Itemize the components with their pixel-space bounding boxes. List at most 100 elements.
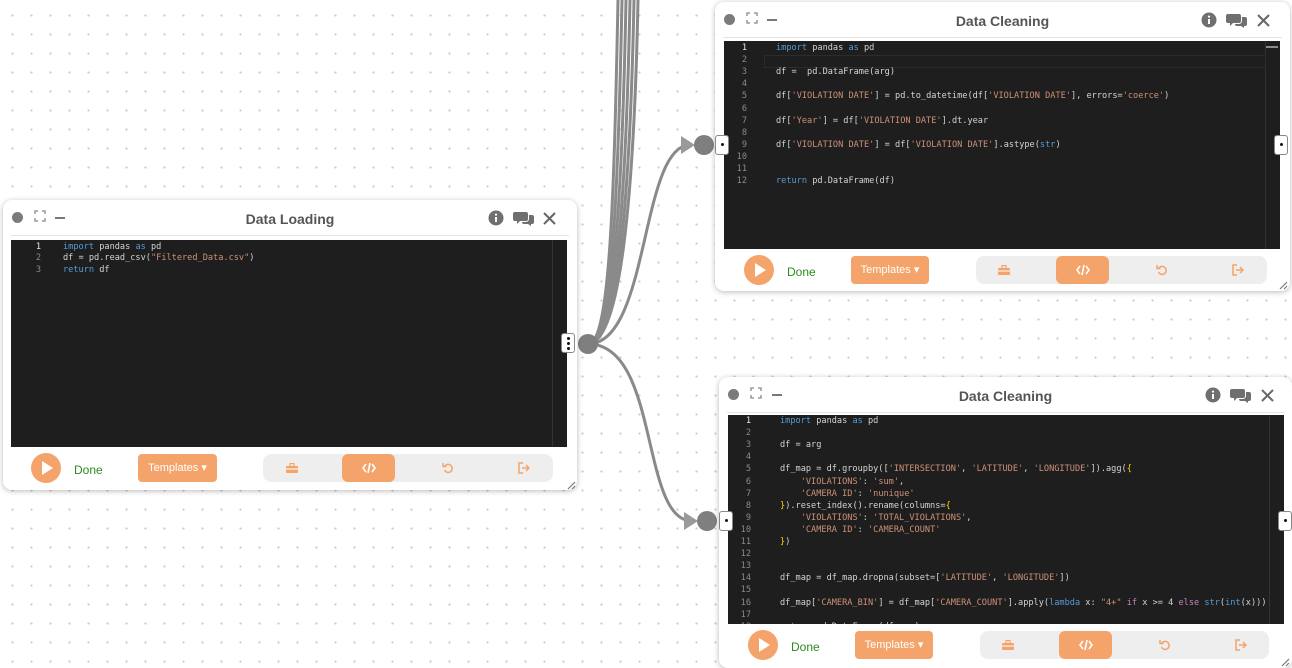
code-editor[interactable]: 1 import pandas as pd 2 3 df = pd.DataFrame(…	[724, 41, 1280, 249]
code-line: 7 'CAMERA ID': 'nunique'	[728, 489, 1284, 501]
code-text: df = pd.DataFrame(arg)	[776, 67, 895, 78]
output-handle[interactable]	[561, 333, 575, 353]
output-handle[interactable]	[1274, 135, 1288, 155]
header-divider	[11, 235, 569, 236]
code-line: 2	[724, 55, 1280, 67]
code-view-button[interactable]	[1056, 256, 1109, 284]
play-icon	[755, 263, 766, 277]
info-icon[interactable]	[1205, 387, 1221, 403]
line-number: 5	[741, 91, 747, 102]
line-number: 6	[741, 103, 747, 114]
code-line: 17	[728, 610, 1284, 622]
header-divider	[727, 412, 1284, 413]
code-view-button[interactable]	[342, 454, 395, 482]
play-icon	[759, 638, 770, 652]
code-icon	[1078, 639, 1093, 651]
node-header[interactable]: Data Cleaning	[719, 377, 1292, 413]
output-handle[interactable]	[1278, 511, 1292, 531]
code-line: 4	[728, 452, 1284, 464]
undo-button[interactable]	[1138, 631, 1192, 659]
line-number: 5	[745, 464, 751, 475]
line-number: 12	[740, 549, 751, 560]
code-text: df['VIOLATION DATE'] = df['VIOLATION DAT…	[776, 139, 1061, 150]
line-number: 13	[740, 561, 751, 572]
code-editor[interactable]: 1 import pandas as pd 2 3 df = arg 4 5 df_map =…	[728, 415, 1284, 624]
node-data-cleaning-2[interactable]: Data Cleaning 1 import pandas as pd 2 3 df =…	[719, 377, 1292, 668]
code-line: 7 df['Year'] = df['VIOLATION DATE'].dt.ye…	[724, 116, 1280, 128]
edge-to-cleaning-2	[587, 342, 693, 523]
templates-button[interactable]: Templates ▾	[138, 454, 217, 482]
code-line: 3 df = arg	[728, 440, 1284, 452]
toolbox-button[interactable]	[263, 454, 321, 482]
close-icon[interactable]	[543, 212, 556, 225]
target-port-2	[697, 511, 717, 531]
export-icon	[1234, 639, 1247, 651]
code-line: 11	[724, 164, 1280, 176]
code-line: 14 df_map = df_map.dropna(subset=['LATITU…	[728, 573, 1284, 585]
tool-group	[976, 256, 1267, 284]
line-number: 14	[740, 573, 751, 584]
toolbox-icon	[997, 265, 1010, 275]
code-line: 12 return pd.DataFrame(df)	[724, 176, 1280, 188]
toolbox-icon	[1001, 640, 1014, 650]
line-number: 15	[740, 585, 751, 596]
comments-icon[interactable]	[1226, 12, 1248, 28]
code-text: import pandas as pd	[776, 43, 875, 53]
code-line: 5 df_map = df.groupby(['INTERSECTION', 'L…	[728, 464, 1284, 476]
node-header[interactable]: Data Cleaning	[715, 2, 1290, 38]
code-text: 'VIOLATIONS': 'sum',	[800, 476, 905, 487]
play-icon	[42, 461, 53, 475]
code-line: 6 'VIOLATIONS': 'sum',	[728, 477, 1284, 489]
comments-icon[interactable]	[513, 210, 535, 226]
export-button[interactable]	[495, 454, 553, 482]
info-icon[interactable]	[1201, 12, 1217, 28]
export-icon	[1232, 264, 1244, 276]
code-text: return df	[63, 265, 110, 276]
tool-group	[263, 454, 553, 482]
resize-handle-icon[interactable]	[1278, 280, 1288, 290]
node-data-loading[interactable]: Data Loading 1 import pandas as pd 2 df = p…	[3, 200, 577, 490]
code-line: 15	[728, 585, 1284, 597]
run-button[interactable]	[748, 630, 778, 660]
export-icon	[518, 462, 530, 474]
resize-handle-icon[interactable]	[1280, 657, 1290, 667]
input-handle[interactable]	[715, 135, 729, 155]
header-divider	[723, 37, 1282, 38]
export-button[interactable]	[1212, 631, 1269, 659]
run-button[interactable]	[31, 453, 61, 483]
line-number: 2	[35, 253, 41, 264]
templates-button[interactable]: Templates ▾	[855, 631, 933, 659]
code-line: 8}).reset_index().rename(columns={	[728, 501, 1284, 513]
templates-button[interactable]: Templates ▾	[851, 256, 929, 284]
info-icon[interactable]	[488, 210, 504, 226]
undo-button[interactable]	[1134, 256, 1189, 284]
edge-arrowhead-2	[684, 512, 698, 530]
toolbox-button[interactable]	[980, 631, 1035, 659]
node-data-cleaning-1[interactable]: Data Cleaning 1 import pandas as pd 2 3 df =…	[715, 2, 1290, 291]
code-text: df_map = df.groupby(['INTERSECTION', 'LA…	[780, 464, 1132, 475]
close-icon[interactable]	[1261, 389, 1274, 402]
line-number: 7	[745, 488, 751, 499]
code-text: return pd.DataFrame(df)	[776, 176, 896, 187]
status-text: Done	[791, 640, 820, 654]
node-header[interactable]: Data Loading	[3, 200, 577, 236]
input-handle[interactable]	[719, 511, 733, 531]
line-number: 6	[745, 476, 751, 487]
code-editor[interactable]: 1 import pandas as pd 2 df = pd.read_csv("F…	[11, 240, 567, 447]
export-button[interactable]	[1209, 256, 1267, 284]
run-button[interactable]	[744, 255, 774, 285]
close-icon[interactable]	[1257, 14, 1270, 27]
undo-icon	[1159, 640, 1170, 651]
undo-icon	[442, 463, 453, 474]
code-view-button[interactable]	[1059, 631, 1112, 659]
undo-button[interactable]	[421, 454, 475, 482]
code-text: df_map['CAMERA_BIN'] = df_map['CAMERA_CO…	[780, 597, 1267, 608]
code-text: df = pd.read_csv("Filtered_Data.csv")	[63, 253, 255, 264]
tool-group	[980, 631, 1269, 659]
code-line: 12	[728, 549, 1284, 561]
toolbox-button[interactable]	[976, 256, 1031, 284]
code-line: 1 import pandas as pd	[724, 43, 1280, 55]
line-number: 7	[741, 115, 747, 126]
comments-icon[interactable]	[1230, 387, 1252, 403]
resize-handle-icon[interactable]	[566, 480, 576, 490]
